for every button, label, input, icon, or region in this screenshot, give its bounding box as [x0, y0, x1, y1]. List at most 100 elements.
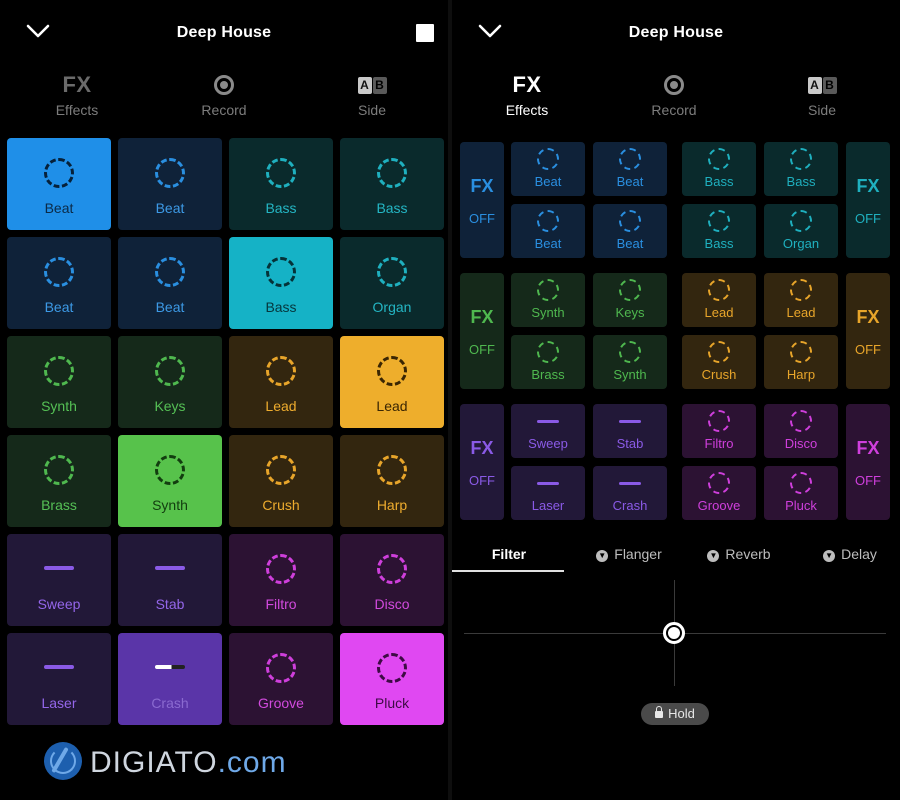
pad-label: Beat [44, 299, 74, 315]
mini-pad-crush[interactable]: Crush [682, 335, 756, 389]
mini-pad-organ[interactable]: Organ [764, 204, 838, 258]
pad-label: Brass [41, 497, 77, 513]
mini-pad-groove[interactable]: Groove [682, 466, 756, 520]
pad-laser[interactable]: Laser [7, 633, 111, 725]
pad-groove[interactable]: Groove [229, 633, 333, 725]
pad-label: Keys [154, 398, 186, 414]
pad-sweep[interactable]: Sweep [7, 534, 111, 626]
mini-pad-stab[interactable]: Stab [593, 404, 667, 458]
mini-pad-bass[interactable]: Bass [682, 204, 756, 258]
tab-delay[interactable]: ▼ Delay [795, 546, 900, 562]
fx-toggle[interactable]: FX OFF [846, 273, 890, 389]
top-bar: Deep House [452, 0, 900, 68]
dashed-ring-icon [44, 158, 74, 188]
mini-pad-pluck[interactable]: Pluck [764, 466, 838, 520]
effects-mode-button[interactable]: FX Effects [472, 72, 582, 118]
pad-synth[interactable]: Synth [118, 435, 222, 527]
pad-stab[interactable]: Stab [118, 534, 222, 626]
mini-pad-bass[interactable]: Bass [682, 142, 756, 196]
pad-beat[interactable]: Beat [7, 237, 111, 329]
mini-pad-keys[interactable]: Keys [593, 273, 667, 327]
effects-mode-button[interactable]: FX Effects [22, 72, 132, 118]
mini-pad-beat[interactable]: Beat [511, 142, 585, 196]
pad-beat[interactable]: Beat [118, 237, 222, 329]
mini-pad-disco[interactable]: Disco [764, 404, 838, 458]
xy-knob[interactable] [663, 622, 685, 644]
side-mode-button[interactable]: AB Side [767, 72, 877, 118]
tab-flanger[interactable]: ▼ Flanger [574, 546, 684, 562]
record-mode-button[interactable]: Record [619, 72, 729, 118]
pad-beat[interactable]: Beat [118, 138, 222, 230]
dash-icon [537, 420, 559, 423]
pad-label: Harp [376, 497, 408, 513]
pad-pluck[interactable]: Pluck [340, 633, 444, 725]
side-label: Side [357, 102, 387, 118]
pad-bass[interactable]: Bass [229, 237, 333, 329]
pad-crush[interactable]: Crush [229, 435, 333, 527]
mini-pad-bass[interactable]: Bass [764, 142, 838, 196]
mini-pad-synth[interactable]: Synth [511, 273, 585, 327]
pad-label: Bass [265, 299, 297, 315]
mini-pad-label: Bass [786, 174, 816, 189]
mode-bar: FX Effects Record AB Side [0, 72, 448, 124]
pad-filtro[interactable]: Filtro [229, 534, 333, 626]
mini-pad-synth[interactable]: Synth [593, 335, 667, 389]
pad-lead[interactable]: Lead [340, 336, 444, 428]
fx-toggle[interactable]: FX OFF [460, 273, 504, 389]
tab-reverb[interactable]: ▼ Reverb [684, 546, 794, 562]
dash-icon [537, 482, 559, 485]
dashed-ring-icon [155, 356, 185, 386]
dashed-ring-icon [619, 279, 641, 301]
filter-xy-pad[interactable] [452, 580, 900, 690]
pad-synth[interactable]: Synth [7, 336, 111, 428]
effects-screen: Deep House FX Effects Record AB Side FX O… [452, 0, 900, 800]
dashed-ring-icon [377, 455, 407, 485]
pad-crash[interactable]: Crash [118, 633, 222, 725]
mini-pad-lead[interactable]: Lead [764, 273, 838, 327]
mini-pad-label: Bass [704, 236, 734, 251]
pad-bass[interactable]: Bass [340, 138, 444, 230]
hold-button[interactable]: Hold [641, 703, 709, 725]
pad-bass[interactable]: Bass [229, 138, 333, 230]
pad-disco[interactable]: Disco [340, 534, 444, 626]
mini-pad-harp[interactable]: Harp [764, 335, 838, 389]
mini-pad-laser[interactable]: Laser [511, 466, 585, 520]
tab-filter[interactable]: Filter [454, 546, 564, 562]
mini-pad-lead[interactable]: Lead [682, 273, 756, 327]
pad-harp[interactable]: Harp [340, 435, 444, 527]
mini-pad-beat[interactable]: Beat [593, 142, 667, 196]
mini-pad-filtro[interactable]: Filtro [682, 404, 756, 458]
dashed-ring-icon [266, 554, 296, 584]
side-mode-button[interactable]: AB Side [317, 72, 427, 118]
effects-label: Effects [505, 102, 549, 118]
pad-lead[interactable]: Lead [229, 336, 333, 428]
pad-keys[interactable]: Keys [118, 336, 222, 428]
fx-toggle[interactable]: FX OFF [460, 142, 504, 258]
pad-label: Crash [151, 695, 189, 711]
dashed-ring-icon [266, 257, 296, 287]
dashed-ring-icon [790, 279, 812, 301]
record-mode-button[interactable]: Record [169, 72, 279, 118]
effects-label: Effects [55, 102, 99, 118]
fx-toggle[interactable]: FX OFF [846, 404, 890, 520]
mini-pad-label: Synth [613, 367, 647, 382]
stop-icon[interactable] [416, 24, 434, 42]
pad-brass[interactable]: Brass [7, 435, 111, 527]
mini-pad-beat[interactable]: Beat [511, 204, 585, 258]
pad-label: Groove [258, 695, 304, 711]
fx-toggle[interactable]: FX OFF [460, 404, 504, 520]
pad-beat[interactable]: Beat [7, 138, 111, 230]
dashed-ring-icon [44, 455, 74, 485]
mini-pad-crash[interactable]: Crash [593, 466, 667, 520]
download-icon: ▼ [596, 550, 609, 562]
pad-label: Bass [376, 200, 408, 216]
pad-organ[interactable]: Organ [340, 237, 444, 329]
fx-toggle[interactable]: FX OFF [846, 142, 890, 258]
tab-delay-label: Delay [841, 546, 877, 562]
mini-pad-label: Organ [782, 236, 820, 251]
mini-pad-sweep[interactable]: Sweep [511, 404, 585, 458]
mini-pad-brass[interactable]: Brass [511, 335, 585, 389]
mini-pad-beat[interactable]: Beat [593, 204, 667, 258]
mini-pad-label: Brass [531, 367, 565, 382]
mini-pad-label: Pluck [785, 498, 817, 513]
